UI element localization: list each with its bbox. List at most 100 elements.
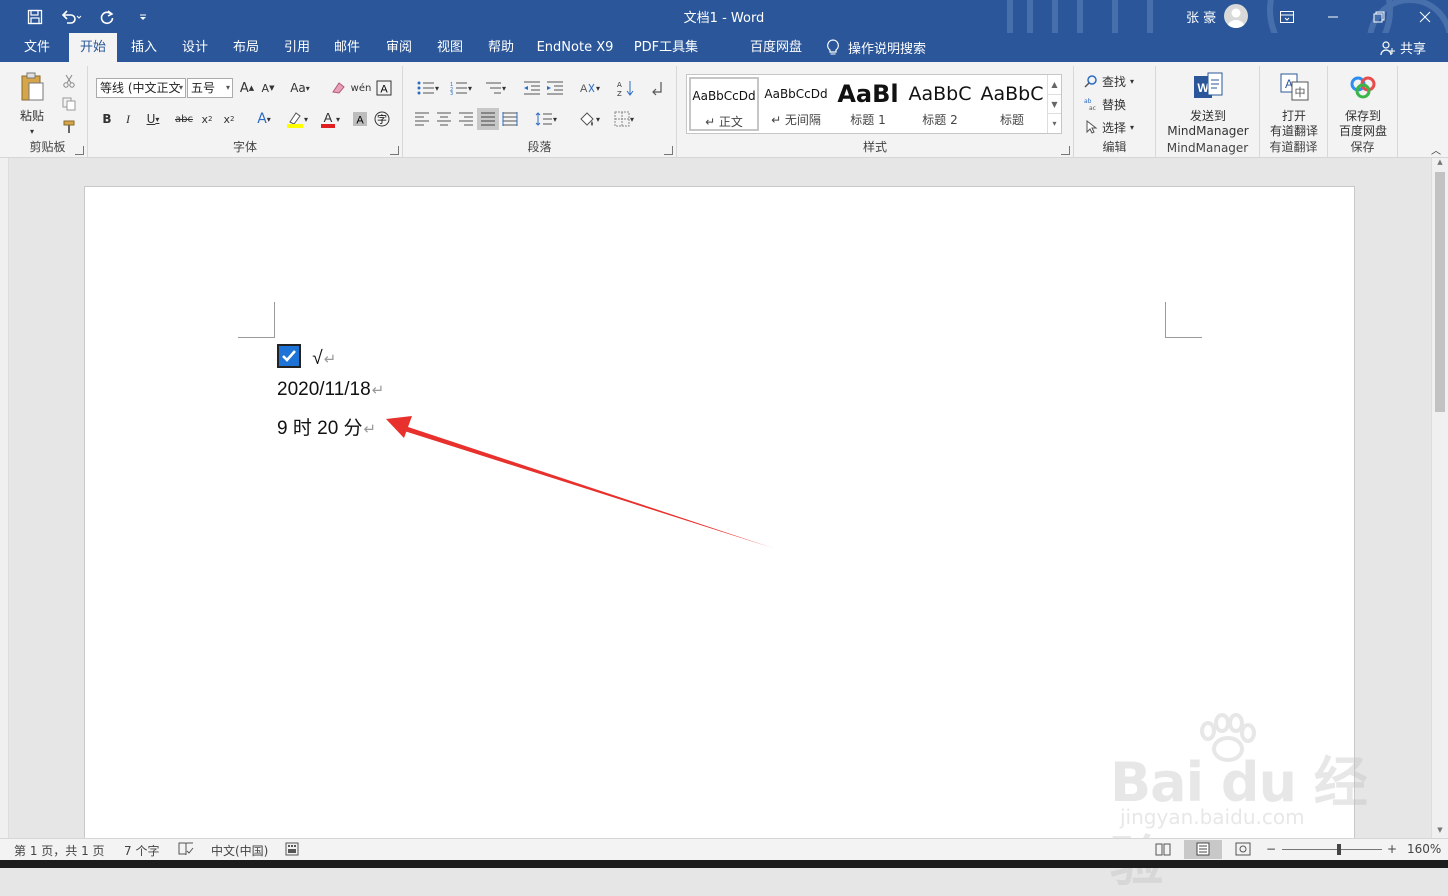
grow-font-icon[interactable]: A ▲ (237, 77, 257, 99)
format-painter-icon[interactable] (58, 116, 80, 138)
scroll-down-icon[interactable]: ▼ (1048, 94, 1061, 113)
enclose-characters-icon[interactable]: 字 (372, 108, 392, 130)
word-count[interactable]: 7 个字 (124, 842, 159, 859)
character-shading-icon[interactable]: A (350, 108, 370, 130)
avatar[interactable] (1224, 4, 1249, 28)
cut-icon[interactable] (58, 70, 80, 92)
tab-baidu-netdisk[interactable]: 百度网盘 (742, 33, 810, 62)
scroll-up-arrow-icon[interactable]: ▲ (1432, 158, 1448, 170)
change-case-icon[interactable]: Aa ▾ (284, 77, 316, 99)
language-indicator[interactable]: 中文(中国) (211, 842, 268, 859)
highlight-color-icon[interactable]: ▾ (282, 108, 312, 130)
web-layout-icon[interactable] (1235, 842, 1251, 859)
phonetic-guide-icon[interactable]: wén (351, 77, 372, 99)
gallery-more-icon[interactable]: ▾ (1048, 113, 1061, 132)
save-to-baidu-netdisk-button[interactable]: 保存到 百度网盘 (1332, 72, 1394, 139)
zoom-slider[interactable] (1282, 849, 1382, 850)
macro-recording-icon[interactable] (285, 842, 299, 859)
translate-icon: A中 (1280, 73, 1309, 101)
text-effects-icon[interactable]: A ▾ (250, 108, 278, 130)
tab-insert[interactable]: 插入 (122, 33, 166, 62)
tab-help[interactable]: 帮助 (479, 33, 523, 62)
find-button[interactable]: 查找 ▾ (1084, 70, 1154, 92)
scroll-up-icon[interactable]: ▲ (1048, 75, 1061, 94)
scrollbar-thumb[interactable] (1435, 172, 1445, 412)
borders-icon[interactable]: ▾ (609, 108, 639, 130)
tell-me-search[interactable]: 操作说明搜索 (826, 33, 926, 62)
tab-view[interactable]: 视图 (428, 33, 472, 62)
tab-references[interactable]: 引用 (275, 33, 319, 62)
tab-design[interactable]: 设计 (173, 33, 217, 62)
select-button[interactable]: 选择 ▾ (1084, 116, 1154, 138)
page-count[interactable]: 第 1 页，共 1 页 (14, 842, 105, 859)
font-launcher[interactable] (390, 146, 399, 155)
font-color-icon[interactable]: A ▾ (316, 108, 344, 130)
account-area[interactable]: 张 豪 (1186, 4, 1249, 28)
justify-icon[interactable] (477, 108, 499, 130)
font-size-combo[interactable]: 五号 ▾ (187, 78, 233, 98)
character-border-icon[interactable]: A (374, 77, 394, 99)
ribbon-display-options-icon[interactable] (1264, 0, 1310, 33)
style-no-spacing[interactable]: AaBbCcDd ↵ 无间隔 (761, 77, 831, 131)
bold-icon[interactable]: B (98, 108, 116, 130)
vertical-scrollbar[interactable]: ▲ ▼ (1431, 158, 1448, 838)
restore-icon[interactable] (1356, 0, 1402, 33)
read-mode-icon[interactable] (1155, 842, 1171, 859)
distributed-icon[interactable] (499, 108, 521, 130)
align-left-icon[interactable] (411, 108, 433, 130)
style-heading-2[interactable]: AaBbC 标题 2 (905, 77, 975, 131)
copy-icon[interactable] (58, 93, 80, 115)
multilevel-list-icon[interactable]: ▾ (480, 77, 510, 99)
open-youdao-translate-button[interactable]: A中 打开 有道翻译 (1264, 72, 1324, 139)
style-normal[interactable]: AaBbCcDd ↵ 正文 (689, 77, 759, 131)
clear-formatting-icon[interactable] (328, 77, 348, 99)
tab-mailings[interactable]: 邮件 (325, 33, 369, 62)
clipboard-launcher[interactable] (75, 146, 84, 155)
line-spacing-icon[interactable]: ▾ (531, 108, 561, 130)
decrease-indent-icon[interactable] (521, 77, 543, 99)
minimize-icon[interactable] (1310, 0, 1356, 33)
styles-gallery-scroll[interactable]: ▲ ▼ ▾ (1047, 75, 1061, 133)
sort-icon[interactable]: AZ (615, 77, 637, 99)
underline-icon[interactable]: U ▾ (140, 108, 166, 130)
baidu-netdisk-label: 百度网盘 (1338, 124, 1387, 138)
show-hide-marks-icon[interactable] (647, 77, 669, 99)
italic-icon[interactable]: I (119, 108, 137, 130)
send-to-mindmanager-button[interactable]: W 发送到 MindManager (1160, 72, 1256, 139)
zoom-out-icon[interactable]: − (1266, 842, 1276, 856)
paragraph-launcher[interactable] (664, 146, 673, 155)
subscript-icon[interactable]: x2 (197, 108, 217, 130)
strikethrough-icon[interactable]: abc (173, 108, 195, 130)
shading-icon[interactable]: ▾ (573, 108, 605, 130)
tab-pdf-tools[interactable]: PDF工具集 (628, 33, 704, 62)
zoom-in-icon[interactable]: + (1387, 842, 1397, 856)
tab-file[interactable]: 文件 (14, 33, 60, 62)
print-layout-icon[interactable] (1184, 840, 1222, 859)
font-name-combo[interactable]: 等线 (中文正文 ▾ (96, 78, 186, 98)
paragraph-group-label: 段落 (527, 140, 552, 154)
shrink-font-icon[interactable]: A ▼ (258, 77, 278, 99)
bullets-icon[interactable]: ▾ (413, 77, 443, 99)
style-title[interactable]: AaBbC 标题 (977, 77, 1047, 131)
tab-review[interactable]: 审阅 (377, 33, 421, 62)
close-icon[interactable] (1402, 0, 1448, 33)
tab-layout[interactable]: 布局 (224, 33, 268, 62)
replace-button[interactable]: ab ac 替换 (1084, 93, 1154, 115)
collapse-ribbon-icon[interactable]: ︿ (1428, 138, 1444, 160)
align-right-icon[interactable] (455, 108, 477, 130)
zoom-level[interactable]: 160% (1407, 842, 1441, 856)
align-center-icon[interactable] (433, 108, 455, 130)
paste-button[interactable]: 粘贴 ▾ (12, 72, 52, 139)
zoom-slider-thumb[interactable] (1337, 844, 1341, 855)
chinese-layout-icon[interactable]: A ▾ (573, 77, 605, 99)
share-button[interactable]: 共享 (1380, 33, 1426, 62)
styles-launcher[interactable] (1061, 146, 1070, 155)
scroll-down-arrow-icon[interactable]: ▼ (1432, 826, 1448, 838)
increase-indent-icon[interactable] (544, 77, 566, 99)
tab-home[interactable]: 开始 (69, 33, 117, 62)
proofing-icon[interactable] (178, 842, 194, 859)
style-heading-1[interactable]: AaBl 标题 1 (833, 77, 903, 131)
numbering-icon[interactable]: 1 2 3 ▾ (446, 77, 476, 99)
superscript-icon[interactable]: x2 (219, 108, 239, 130)
tab-endnote[interactable]: EndNote X9 (532, 33, 618, 62)
